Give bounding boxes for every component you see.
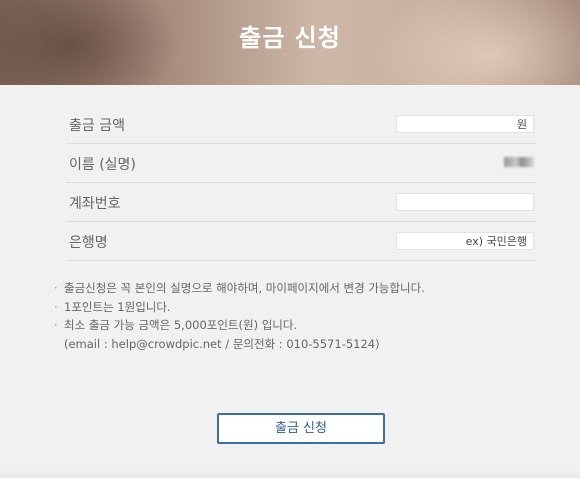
note-item: · 출금신청은 꼭 본인의 실명으로 해야하며, 마이페이지에서 변경 가능합니다…	[54, 279, 425, 298]
account-row: 계좌번호	[66, 183, 536, 222]
amount-row: 출금 금액 원	[66, 105, 536, 144]
withdrawal-form: 출금 금액 원 이름 (실명) 계좌번호 은행명 ex) 국민은행	[66, 105, 536, 261]
note-item: · 최소 출금 가능 금액은 5,000포인트(원) 입니다.	[54, 316, 425, 335]
bank-label: 은행명	[69, 235, 108, 251]
amount-input[interactable]: 원	[396, 115, 534, 133]
bullet-icon: ·	[54, 318, 58, 332]
bullet-icon: ·	[54, 281, 58, 295]
amount-label: 출금 금액	[69, 118, 125, 134]
account-label: 계좌번호	[69, 196, 121, 212]
bank-name-input[interactable]: ex) 국민은행	[396, 232, 534, 250]
header-banner: 출금 신청	[0, 0, 580, 85]
note-item: · 1포인트는 1원입니다.	[54, 298, 425, 317]
account-number-input[interactable]	[396, 193, 534, 211]
contact-info: (email : help@crowdpic.net / 문의전화 : 010-…	[64, 336, 380, 351]
bank-row: 은행명 ex) 국민은행	[66, 222, 536, 261]
bullet-icon: ·	[54, 299, 58, 314]
page-title: 출금 신청	[239, 24, 341, 52]
bank-placeholder: ex) 국민은행	[465, 235, 527, 248]
amount-suffix: 원	[516, 118, 527, 131]
name-row: 이름 (실명)	[66, 144, 536, 183]
submit-withdrawal-button[interactable]: 출금 신청	[217, 413, 385, 444]
name-label: 이름 (실명)	[69, 157, 136, 173]
blurred-name-value	[504, 157, 534, 167]
notes-list: · 출금신청은 꼭 본인의 실명으로 해야하며, 마이페이지에서 변경 가능합니다…	[54, 279, 425, 353]
bottom-shade	[0, 470, 580, 478]
